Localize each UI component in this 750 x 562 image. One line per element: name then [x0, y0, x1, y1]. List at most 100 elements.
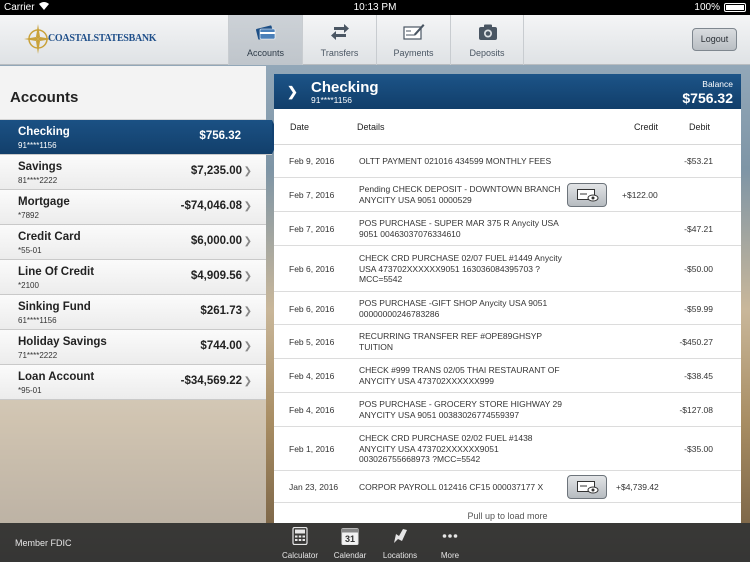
account-item-checking[interactable]: Checking 91****1156 $756.32 [0, 120, 280, 155]
column-header-debit[interactable]: Debit [689, 122, 710, 132]
account-item-loan-account[interactable]: Loan Account *95-01 -$34,569.22 ❯ [0, 365, 266, 400]
account-name: Sinking Fund [18, 301, 91, 313]
calendar-icon: 31 [341, 528, 359, 545]
check-image-button[interactable] [567, 475, 607, 499]
account-number: *2100 [18, 281, 39, 290]
account-name: Loan Account [18, 371, 95, 383]
calendar-day: 31 [345, 534, 355, 544]
table-row[interactable]: Feb 7, 2016 POS PURCHASE - SUPER MAR 375… [274, 212, 741, 246]
account-item-holiday-savings[interactable]: Holiday Savings 71****2222 $744.00 ❯ [0, 330, 266, 365]
account-item-line-of-credit[interactable]: Line Of Credit *2100 $4,909.56 ❯ [0, 260, 266, 295]
sidebar-title: Accounts [10, 89, 79, 106]
clock: 10:13 PM [353, 2, 397, 13]
account-name: Holiday Savings [18, 336, 107, 348]
transfer-arrows-icon [331, 24, 349, 40]
calendar-button[interactable]: 31 Calendar [325, 527, 375, 560]
chevron-right-icon: ❯ [243, 201, 252, 212]
account-name: Checking [18, 126, 70, 138]
balance-value: $756.32 [682, 90, 733, 106]
table-row[interactable]: Feb 6, 2016 POS PURCHASE -GIFT SHOP Anyc… [274, 292, 741, 325]
tab-payments[interactable]: Payments [376, 15, 450, 65]
account-balance: $7,235.00 [190, 165, 242, 177]
tx-date: Feb 6, 2016 [289, 264, 335, 274]
table-row[interactable]: Feb 1, 2016 CHECK CRD PURCHASE 02/02 FUE… [274, 427, 741, 471]
tx-details: Pending CHECK DEPOSIT - DOWNTOWN BRANCH … [359, 184, 561, 205]
tx-details: POS PURCHASE -GIFT SHOP Anycity USA 9051… [359, 298, 548, 319]
tx-details: CHECK #999 TRANS 02/05 THAI RESTAURANT O… [359, 365, 560, 386]
tx-date: Feb 7, 2016 [289, 190, 335, 200]
table-row[interactable]: Feb 7, 2016 Pending CHECK DEPOSIT - DOWN… [274, 178, 741, 212]
balance-label: Balance [702, 79, 733, 89]
bottom-toolbar: Member FDIC Calculator 31 Calendar Locat… [0, 523, 750, 562]
account-name: Line Of Credit [18, 266, 95, 278]
camera-icon [479, 24, 497, 40]
tab-label: Accounts [246, 48, 285, 58]
tx-date: Feb 4, 2016 [289, 405, 335, 415]
calculator-icon [292, 527, 308, 545]
chevron-right-icon: ❯ [243, 376, 252, 387]
tx-date: Feb 6, 2016 [289, 304, 335, 314]
check-pen-icon [403, 24, 425, 40]
account-number: 91****1156 [18, 141, 57, 150]
locations-button[interactable]: Locations [375, 527, 425, 560]
tx-details: CHECK CRD PURCHASE 02/07 FUEL #1449 Anyc… [359, 253, 562, 284]
tool-label: Calendar [333, 551, 367, 560]
tx-debit: -$127.08 [679, 405, 713, 415]
account-item-savings[interactable]: Savings 81****2222 $7,235.00 ❯ [0, 155, 266, 190]
calculator-button[interactable]: Calculator [275, 527, 325, 560]
chevron-right-icon: ❯ [243, 236, 252, 247]
chevron-right-icon: ❯ [243, 271, 252, 282]
tab-transfers[interactable]: Transfers [302, 15, 376, 65]
account-balance: $4,909.56 [190, 270, 242, 282]
table-row[interactable]: Jan 23, 2016 CORPOR PAYROLL 012416 CF15 … [274, 471, 741, 503]
account-item-sinking-fund[interactable]: Sinking Fund 61****1156 $261.73 ❯ [0, 295, 266, 330]
table-row[interactable]: Feb 9, 2016 OLTT PAYMENT 021016 434599 M… [274, 145, 741, 178]
column-header-details[interactable]: Details [357, 122, 385, 132]
column-header-credit[interactable]: Credit [634, 122, 658, 132]
chevron-right-icon: ❯ [243, 341, 252, 352]
more-dots-icon [442, 534, 458, 538]
tx-debit: -$50.00 [684, 264, 713, 274]
logout-button[interactable]: Logout [692, 28, 737, 51]
account-balance: -$74,046.08 [180, 200, 242, 212]
detail-account-name: Checking [311, 79, 379, 96]
account-detail-header[interactable]: ❯ Checking 91****1156 Balance $756.32 [274, 74, 741, 109]
table-row[interactable]: Feb 4, 2016 POS PURCHASE - GROCERY STORE… [274, 393, 741, 427]
pull-to-load-label: Pull up to load more [467, 511, 548, 521]
account-number: 71****2222 [18, 351, 58, 360]
account-balance: $261.73 [200, 305, 242, 317]
check-image-button[interactable] [567, 183, 607, 207]
tx-details: CORPOR PAYROLL 012416 CF15 000037177 X [359, 482, 544, 492]
account-item-credit-card[interactable]: Credit Card *55-01 $6,000.00 ❯ [0, 225, 266, 260]
chevron-right-icon[interactable]: ❯ [287, 84, 298, 100]
tx-date: Feb 5, 2016 [289, 337, 335, 347]
tab-label: Payments [393, 48, 434, 58]
table-row[interactable]: Feb 5, 2016 RECURRING TRANSFER REF #OPE8… [274, 325, 741, 359]
table-row[interactable]: Feb 6, 2016 CHECK CRD PURCHASE 02/07 FUE… [274, 246, 741, 292]
tx-debit: -$35.00 [684, 444, 713, 454]
more-button[interactable]: More [425, 527, 475, 560]
transactions-header: Date Details Credit Debit [274, 109, 741, 145]
tx-debit: -$450.27 [679, 337, 713, 347]
tab-deposits[interactable]: Deposits [450, 15, 524, 65]
account-list: Checking 91****1156 $756.32 Savings 81**… [0, 120, 280, 400]
account-number: 61****1156 [18, 316, 57, 325]
accounts-sidebar: Accounts Checking 91****1156 $756.32 Sav… [0, 66, 280, 523]
tool-label: More [440, 551, 460, 560]
chevron-right-icon: ❯ [243, 166, 252, 177]
account-number: *95-01 [18, 386, 42, 395]
account-item-mortgage[interactable]: Mortgage *7892 -$74,046.08 ❯ [0, 190, 266, 225]
chevron-right-icon: ❯ [243, 306, 252, 317]
tx-date: Feb 1, 2016 [289, 444, 335, 454]
tx-date: Feb 9, 2016 [289, 156, 335, 166]
table-row[interactable]: Feb 4, 2016 CHECK #999 TRANS 02/05 THAI … [274, 359, 741, 393]
tab-accounts[interactable]: Accounts [228, 15, 302, 65]
card-icon [255, 25, 276, 40]
tx-date: Jan 23, 2016 [289, 482, 339, 492]
bank-logo[interactable]: COASTALSTATESBANK [24, 22, 157, 58]
tx-date: Feb 7, 2016 [289, 224, 335, 234]
account-balance: $756.32 [199, 130, 241, 142]
column-header-date[interactable]: Date [290, 122, 309, 132]
tx-debit: -$59.99 [684, 304, 713, 314]
main-nav: Accounts Transfers Payments Deposits [228, 15, 524, 65]
